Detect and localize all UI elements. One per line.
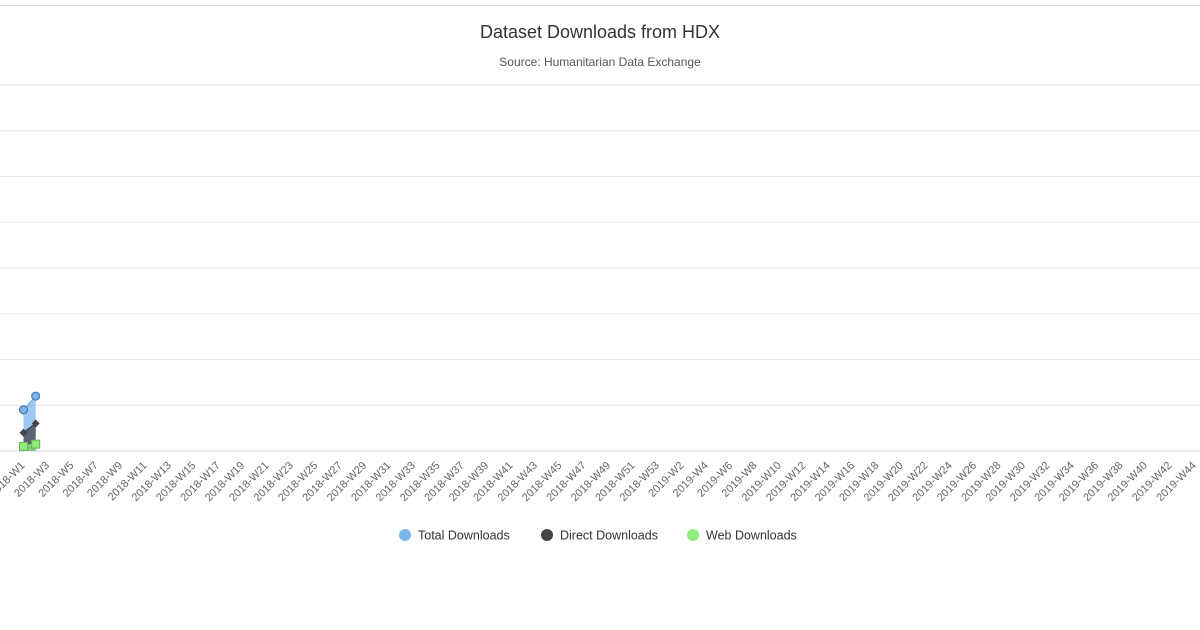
data-point[interactable] <box>31 439 41 449</box>
legend-item[interactable]: Direct Downloads <box>541 529 658 543</box>
data-point[interactable] <box>31 391 41 401</box>
chart-container: Dataset Downloads from HDX Source: Human… <box>0 0 1200 630</box>
x-axis-tick-labels: 2018-W12018-W32018-W52018-W72018-W92018-… <box>0 460 1199 504</box>
legend[interactable]: Total Downloads Direct Downloads Web Downl… <box>399 529 797 543</box>
legend-swatch <box>687 529 699 541</box>
legend-item[interactable]: Web Downloads <box>687 529 797 543</box>
data-point[interactable] <box>19 405 28 415</box>
plot-area <box>19 391 41 451</box>
chart-title: Dataset Downloads from HDX <box>480 22 720 42</box>
legend-item[interactable]: Total Downloads <box>399 529 510 543</box>
legend-swatch <box>399 529 411 541</box>
legend-swatch <box>541 529 553 541</box>
legend-label: Total Downloads <box>418 529 510 543</box>
grid-lines <box>0 84 1200 452</box>
chart-subtitle: Source: Humanitarian Data Exchange <box>499 55 701 69</box>
data-point[interactable] <box>19 441 28 451</box>
chart-svg: Dataset Downloads from HDX Source: Human… <box>0 22 1200 543</box>
legend-label: Direct Downloads <box>560 529 658 543</box>
legend-label: Web Downloads <box>706 529 797 543</box>
